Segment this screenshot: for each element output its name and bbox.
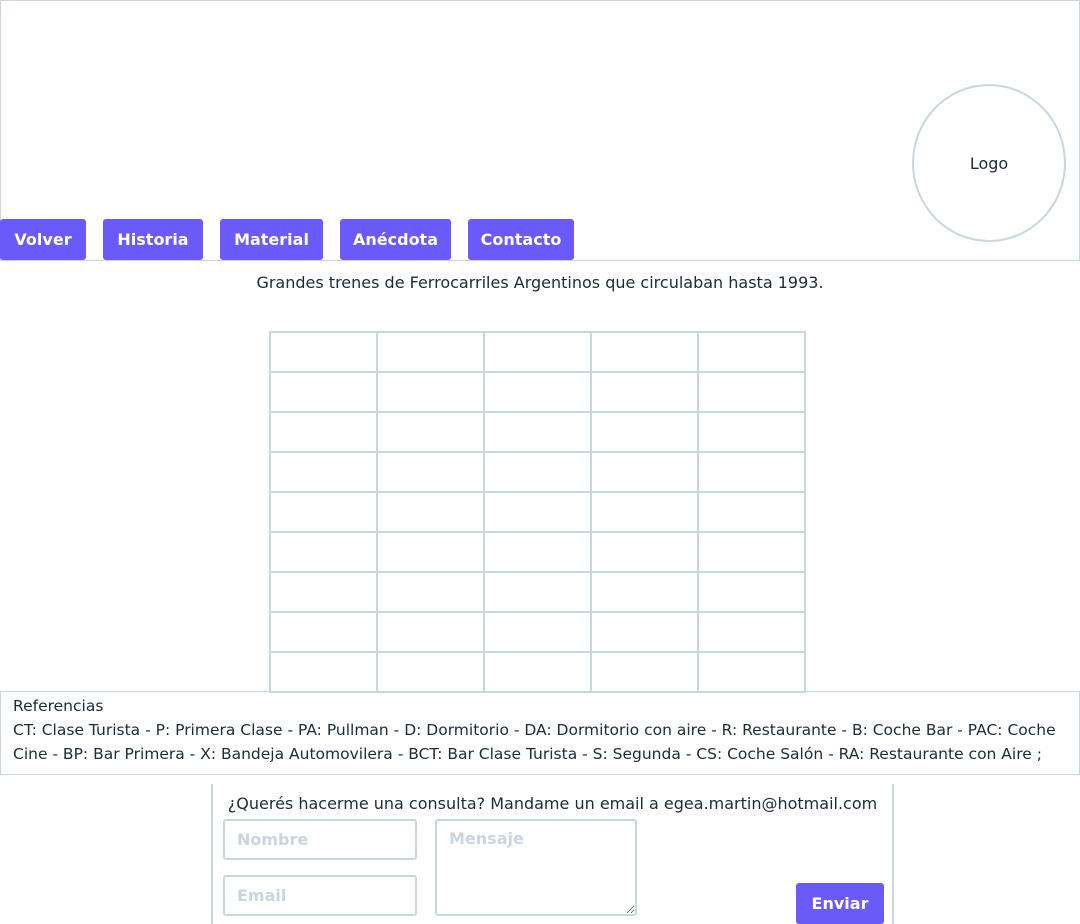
table-cell	[269, 411, 378, 453]
references-panel: Referencias CT: Clase Turista - P: Prime…	[0, 691, 1080, 775]
table-cell	[697, 531, 806, 573]
table-cell	[590, 531, 699, 573]
table-cell	[376, 331, 485, 373]
table-cell	[590, 331, 699, 373]
table-row	[269, 651, 806, 693]
table-cell	[697, 451, 806, 493]
table-cell	[376, 571, 485, 613]
table-cell	[590, 411, 699, 453]
table-row	[269, 491, 806, 533]
trains-table	[269, 331, 806, 693]
table-cell	[697, 611, 806, 653]
table-cell	[483, 411, 592, 453]
table-cell	[269, 451, 378, 493]
send-button[interactable]: Enviar	[796, 883, 884, 924]
table-cell	[269, 371, 378, 413]
table-cell	[590, 651, 699, 693]
table-cell	[483, 571, 592, 613]
table-cell	[376, 451, 485, 493]
table-cell	[269, 611, 378, 653]
table-cell	[269, 651, 378, 693]
table-cell	[269, 491, 378, 533]
nav-contact-button[interactable]: Contacto	[468, 219, 574, 260]
table-cell	[590, 451, 699, 493]
message-field[interactable]	[435, 819, 637, 916]
nav-material-button[interactable]: Material	[220, 219, 323, 260]
table-row	[269, 611, 806, 653]
references-title: Referencias	[13, 697, 104, 715]
email-field[interactable]	[223, 875, 417, 916]
table-cell	[590, 611, 699, 653]
table-cell	[376, 491, 485, 533]
table-cell	[697, 571, 806, 613]
table-row	[269, 371, 806, 413]
table-row	[269, 531, 806, 573]
page-subtitle: Grandes trenes de Ferrocarriles Argentin…	[256, 273, 824, 292]
table-cell	[376, 611, 485, 653]
contact-message: ¿Querés hacerme una consulta? Mandame un…	[227, 794, 878, 813]
table-cell	[376, 371, 485, 413]
table-row	[269, 451, 806, 493]
table-cell	[483, 491, 592, 533]
table-cell	[483, 611, 592, 653]
table-cell	[590, 571, 699, 613]
nav-anecdote-button[interactable]: Anécdota	[340, 219, 451, 260]
contact-section: ¿Querés hacerme una consulta? Mandame un…	[211, 784, 894, 924]
name-field[interactable]	[223, 819, 417, 860]
nav-history-button[interactable]: Historia	[103, 219, 203, 260]
references-text: CT: Clase Turista - P: Primera Clase - P…	[13, 721, 1056, 763]
table-cell	[483, 531, 592, 573]
table-cell	[376, 411, 485, 453]
table-cell	[697, 651, 806, 693]
table-cell	[697, 411, 806, 453]
table-cell	[269, 571, 378, 613]
table-row	[269, 571, 806, 613]
table-cell	[483, 651, 592, 693]
table-cell	[483, 331, 592, 373]
table-row	[269, 411, 806, 453]
table-cell	[697, 491, 806, 533]
nav-back-button[interactable]: Volver	[0, 219, 86, 260]
table-cell	[269, 531, 378, 573]
logo: Logo	[912, 84, 1066, 242]
table-cell	[697, 371, 806, 413]
table-cell	[376, 651, 485, 693]
table-cell	[697, 331, 806, 373]
table-cell	[376, 531, 485, 573]
table-cell	[483, 371, 592, 413]
table-cell	[590, 491, 699, 533]
page: Logo Volver Historia Material Anécdota C…	[0, 0, 1080, 924]
table-row	[269, 331, 806, 373]
table-cell	[590, 371, 699, 413]
table-cell	[269, 331, 378, 373]
table-cell	[483, 451, 592, 493]
